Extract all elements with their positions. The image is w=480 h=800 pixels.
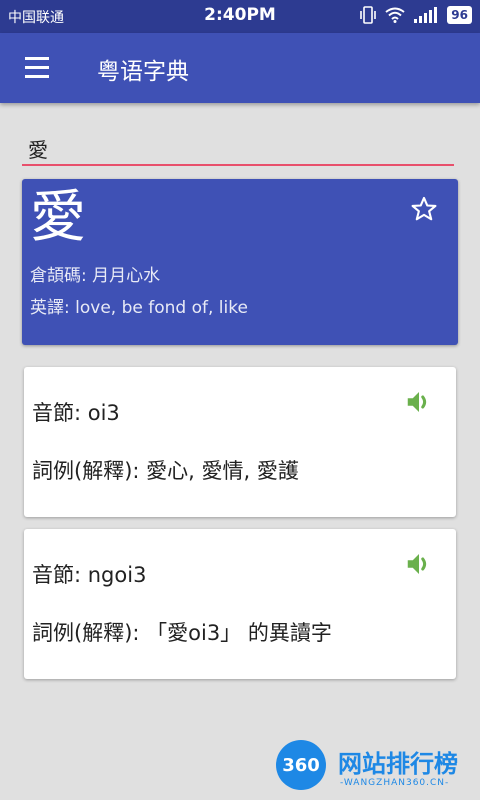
- character-display: 愛: [30, 185, 86, 250]
- status-icons: 96: [359, 6, 472, 24]
- watermark: 360 网站排行榜 -WANGZHAN360.CN-: [268, 738, 478, 796]
- speaker-icon[interactable]: [404, 387, 434, 417]
- wifi-icon: [385, 7, 405, 23]
- app-bar: 粤语字典: [0, 33, 480, 103]
- hamburger-icon: [25, 75, 49, 78]
- search-input[interactable]: [22, 132, 454, 166]
- example-words: 詞例(解釋): 愛心, 愛情, 愛護: [32, 459, 299, 483]
- status-bar: 中国联通 2:40PM 96: [0, 0, 480, 33]
- vibrate-icon: [360, 6, 377, 24]
- speaker-icon[interactable]: [404, 549, 434, 579]
- watermark-subtext: -WANGZHAN360.CN-: [340, 778, 450, 788]
- hamburger-icon: [25, 57, 49, 60]
- cangjie-code: 倉頡碼: 月月心水: [30, 266, 161, 286]
- syllable-label: 音節: oi3: [32, 401, 120, 425]
- app-title: 粤语字典: [97, 59, 189, 85]
- syllable-card: 音節: oi3 詞例(解釋): 愛心, 愛情, 愛護: [24, 367, 456, 517]
- menu-button[interactable]: [14, 46, 58, 90]
- watermark-logo: 360: [276, 740, 326, 790]
- syllable-label: 音節: ngoi3: [32, 563, 147, 587]
- search-field-container: [22, 132, 454, 166]
- battery-level: 96: [447, 6, 472, 24]
- example-words: 詞例(解釋): 「愛oi3」 的異讀字: [32, 621, 332, 645]
- syllable-card: 音節: ngoi3 詞例(解釋): 「愛oi3」 的異讀字: [24, 529, 456, 679]
- watermark-text: 网站排行榜: [338, 750, 458, 778]
- star-icon[interactable]: [410, 195, 438, 223]
- character-card: 愛 倉頡碼: 月月心水 英譯: love, be fond of, like: [22, 179, 458, 345]
- english-translation: 英譯: love, be fond of, like: [30, 298, 248, 318]
- hamburger-icon: [25, 66, 49, 69]
- signal-icon: [414, 7, 438, 23]
